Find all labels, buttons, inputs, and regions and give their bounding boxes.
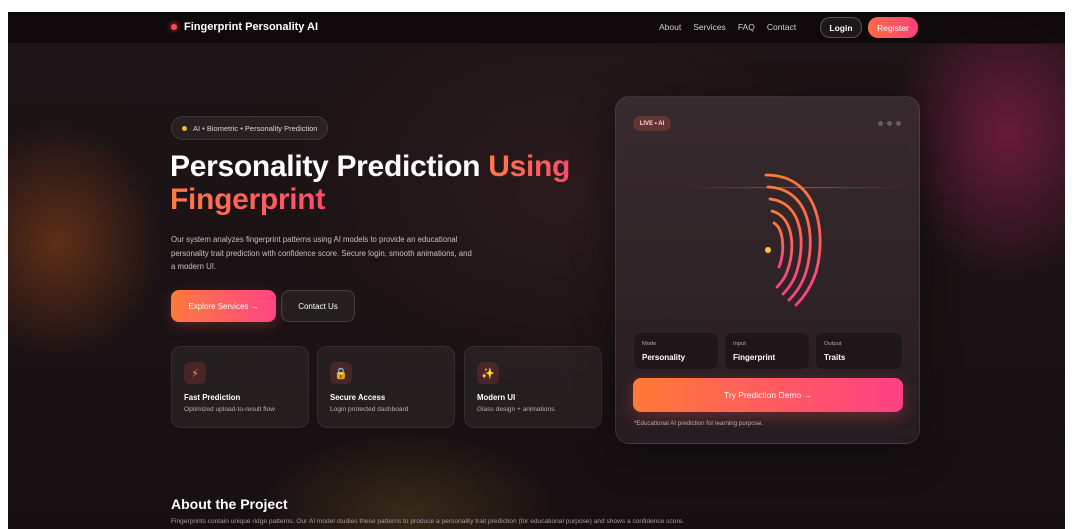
register-button[interactable]: Register	[868, 17, 918, 38]
contact-us-button[interactable]: Contact Us	[281, 290, 355, 322]
brand-logo[interactable]: Fingerprint Personality AI	[171, 21, 318, 33]
feature-card-fast-prediction: ⚡ Fast Prediction Optimized upload-to-re…	[171, 346, 309, 428]
login-button[interactable]: Login	[820, 17, 862, 38]
nav-link-contact[interactable]: Contact	[767, 22, 796, 32]
page-frame: Fingerprint Personality AI About Service…	[8, 12, 1065, 529]
feature-title: Modern UI	[477, 393, 516, 402]
hero-tag-pill: AI • Biometric • Personality Prediction	[171, 116, 329, 140]
stat-value: Personality	[642, 353, 686, 362]
try-prediction-demo-button[interactable]: Try Prediction Demo →	[633, 378, 903, 412]
hero-title: Personality Prediction Using Fingerprint	[170, 150, 630, 216]
feature-subtitle: Glass design + animations	[477, 406, 555, 413]
hero-description: Our system analyzes fingerprint patterns…	[171, 235, 472, 271]
nav-link-faq[interactable]: FAQ	[738, 22, 755, 32]
brand-name: Fingerprint Personality AI	[184, 21, 319, 33]
feature-card-modern-ui: ✨ Modern UI Glass design + animations	[464, 346, 602, 428]
nav-links: About Services FAQ Contact	[659, 22, 808, 32]
explore-services-button[interactable]: Explore Services →	[171, 290, 276, 322]
window-dots	[874, 121, 901, 126]
pill-dot-icon	[182, 125, 187, 131]
prediction-demo-card: LIVE • AI Mode Personality Input Fingerp…	[615, 96, 920, 444]
top-navbar: Fingerprint Personality AI About Service…	[8, 12, 1065, 44]
dot-icon	[896, 121, 901, 126]
stat-label: Output	[824, 341, 842, 347]
lightning-icon: ⚡	[184, 362, 206, 384]
lock-icon: 🔒	[330, 362, 352, 384]
feature-card-secure-access: 🔒 Secure Access Login protected dashboar…	[317, 346, 455, 428]
feature-subtitle: Login protected dashboard	[330, 406, 409, 413]
brand-dot-icon	[171, 24, 177, 30]
dot-icon	[887, 121, 892, 126]
stat-mode: Mode Personality	[633, 332, 719, 370]
hero-title-main: Personality Prediction	[170, 150, 489, 183]
hero-title-accent: Using	[488, 150, 571, 183]
stat-value: Fingerprint	[733, 353, 776, 362]
live-ai-badge: LIVE • AI	[633, 116, 671, 131]
dot-icon	[878, 121, 883, 126]
stat-label: Input	[733, 341, 746, 347]
sparkle-icon: ✨	[477, 362, 499, 384]
about-section-title: About the Project	[171, 496, 288, 512]
nav-link-about[interactable]: About	[659, 22, 681, 32]
hero-title-accent-2: Fingerprint	[170, 183, 326, 216]
feature-subtitle: Optimized upload-to-result flow	[184, 406, 275, 413]
fingerprint-icon	[686, 173, 906, 307]
stat-label: Mode	[642, 341, 657, 347]
nav-link-services[interactable]: Services	[693, 22, 726, 32]
demo-footnote: *Educational AI prediction for learning …	[634, 420, 763, 427]
stat-input: Input Fingerprint	[724, 332, 810, 370]
hero-tag-text: AI • Biometric • Personality Prediction	[193, 123, 318, 133]
about-section-description: Fingerprints contain unique ridge patter…	[171, 518, 685, 525]
stat-output: Output Traits	[815, 332, 903, 370]
feature-title: Secure Access	[330, 393, 386, 402]
stat-value: Traits	[824, 353, 846, 362]
feature-title: Fast Prediction	[184, 393, 241, 402]
